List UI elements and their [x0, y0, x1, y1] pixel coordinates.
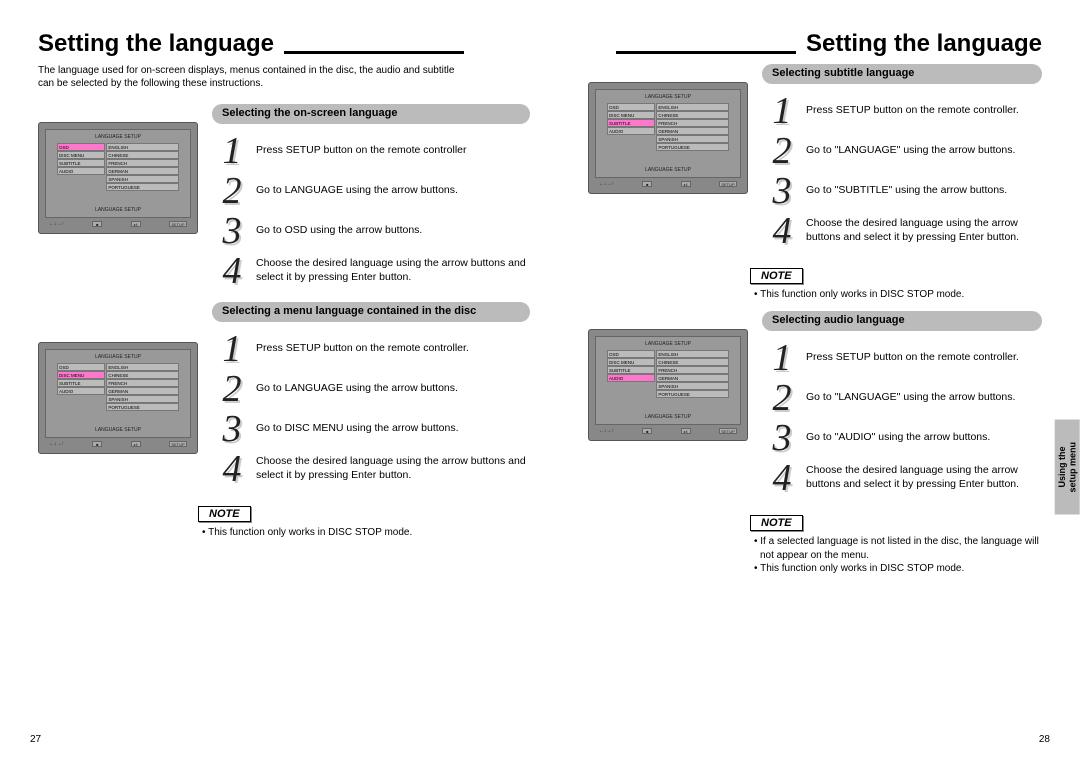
page-left: Setting the language The language used f…: [28, 30, 540, 743]
note-list: This function only works in DISC STOP mo…: [198, 526, 530, 540]
page-number-right: 28: [1039, 734, 1050, 745]
tv-controls-icon: ←↓→↑ ■ ▸‖ SETUP: [45, 438, 191, 447]
step-number: 1: [762, 339, 802, 377]
section-subtitle: LANGUAGE SETUP OSD DISC MENU SUBTITLE AU…: [588, 64, 1042, 252]
step-number: 4: [762, 459, 802, 497]
title-text: Setting the language: [38, 30, 274, 58]
step-number: 1: [762, 92, 802, 130]
title-text: Setting the language: [806, 30, 1042, 58]
section-audio: LANGUAGE SETUP OSD DISC MENU SUBTITLE AU…: [588, 311, 1042, 499]
step-number: 3: [212, 410, 252, 448]
page-title-right: Setting the language: [550, 30, 1042, 58]
side-tab: Using the setup menu: [1055, 420, 1080, 515]
note-label: NOTE: [198, 506, 251, 522]
step-number: 1: [212, 132, 252, 170]
tv-illustration: LANGUAGE SETUP OSD DISC MENU SUBTITLE AU…: [38, 104, 206, 292]
step-number: 3: [762, 419, 802, 457]
step-number: 1: [212, 330, 252, 368]
page-right: Setting the language LANGUAGE SETUP OSD …: [540, 30, 1052, 743]
subheader-audio: Selecting audio language: [762, 311, 1042, 331]
note-list: This function only works in DISC STOP mo…: [750, 288, 1042, 302]
tv-controls-icon: ←↓→↑ ■ ▸‖ SETUP: [595, 178, 741, 187]
title-rule: [284, 51, 464, 54]
intro-text: The language used for on-screen displays…: [38, 64, 458, 90]
page-number-left: 27: [30, 734, 41, 745]
note-label: NOTE: [750, 515, 803, 531]
note-label: NOTE: [750, 268, 803, 284]
tv-controls-icon: ←↓→↑ ■ ▸‖ SETUP: [595, 425, 741, 434]
tv-illustration: LANGUAGE SETUP OSD DISC MENU SUBTITLE AU…: [588, 64, 756, 252]
tv-illustration: LANGUAGE SETUP OSD DISC MENU SUBTITLE AU…: [38, 302, 206, 490]
step-number: 3: [212, 212, 252, 250]
step-number: 2: [762, 379, 802, 417]
section-osd: LANGUAGE SETUP OSD DISC MENU SUBTITLE AU…: [38, 104, 530, 292]
subheader-disc-menu: Selecting a menu language contained in t…: [212, 302, 530, 322]
step-number: 3: [762, 172, 802, 210]
subheader-osd: Selecting the on-screen language: [212, 104, 530, 124]
step-number: 4: [762, 212, 802, 250]
page-title-left: Setting the language: [38, 30, 530, 58]
subheader-subtitle: Selecting subtitle language: [762, 64, 1042, 84]
step-number: 4: [212, 450, 252, 488]
step-number: 4: [212, 252, 252, 290]
note-list: If a selected language is not listed in …: [750, 535, 1042, 576]
step-number: 2: [212, 370, 252, 408]
section-disc-menu: LANGUAGE SETUP OSD DISC MENU SUBTITLE AU…: [38, 302, 530, 490]
tv-illustration: LANGUAGE SETUP OSD DISC MENU SUBTITLE AU…: [588, 311, 756, 499]
step-number: 2: [762, 132, 802, 170]
tv-controls-icon: ←↓→↑ ■ ▸‖ SETUP: [45, 218, 191, 227]
title-rule: [616, 51, 796, 54]
step-number: 2: [212, 172, 252, 210]
